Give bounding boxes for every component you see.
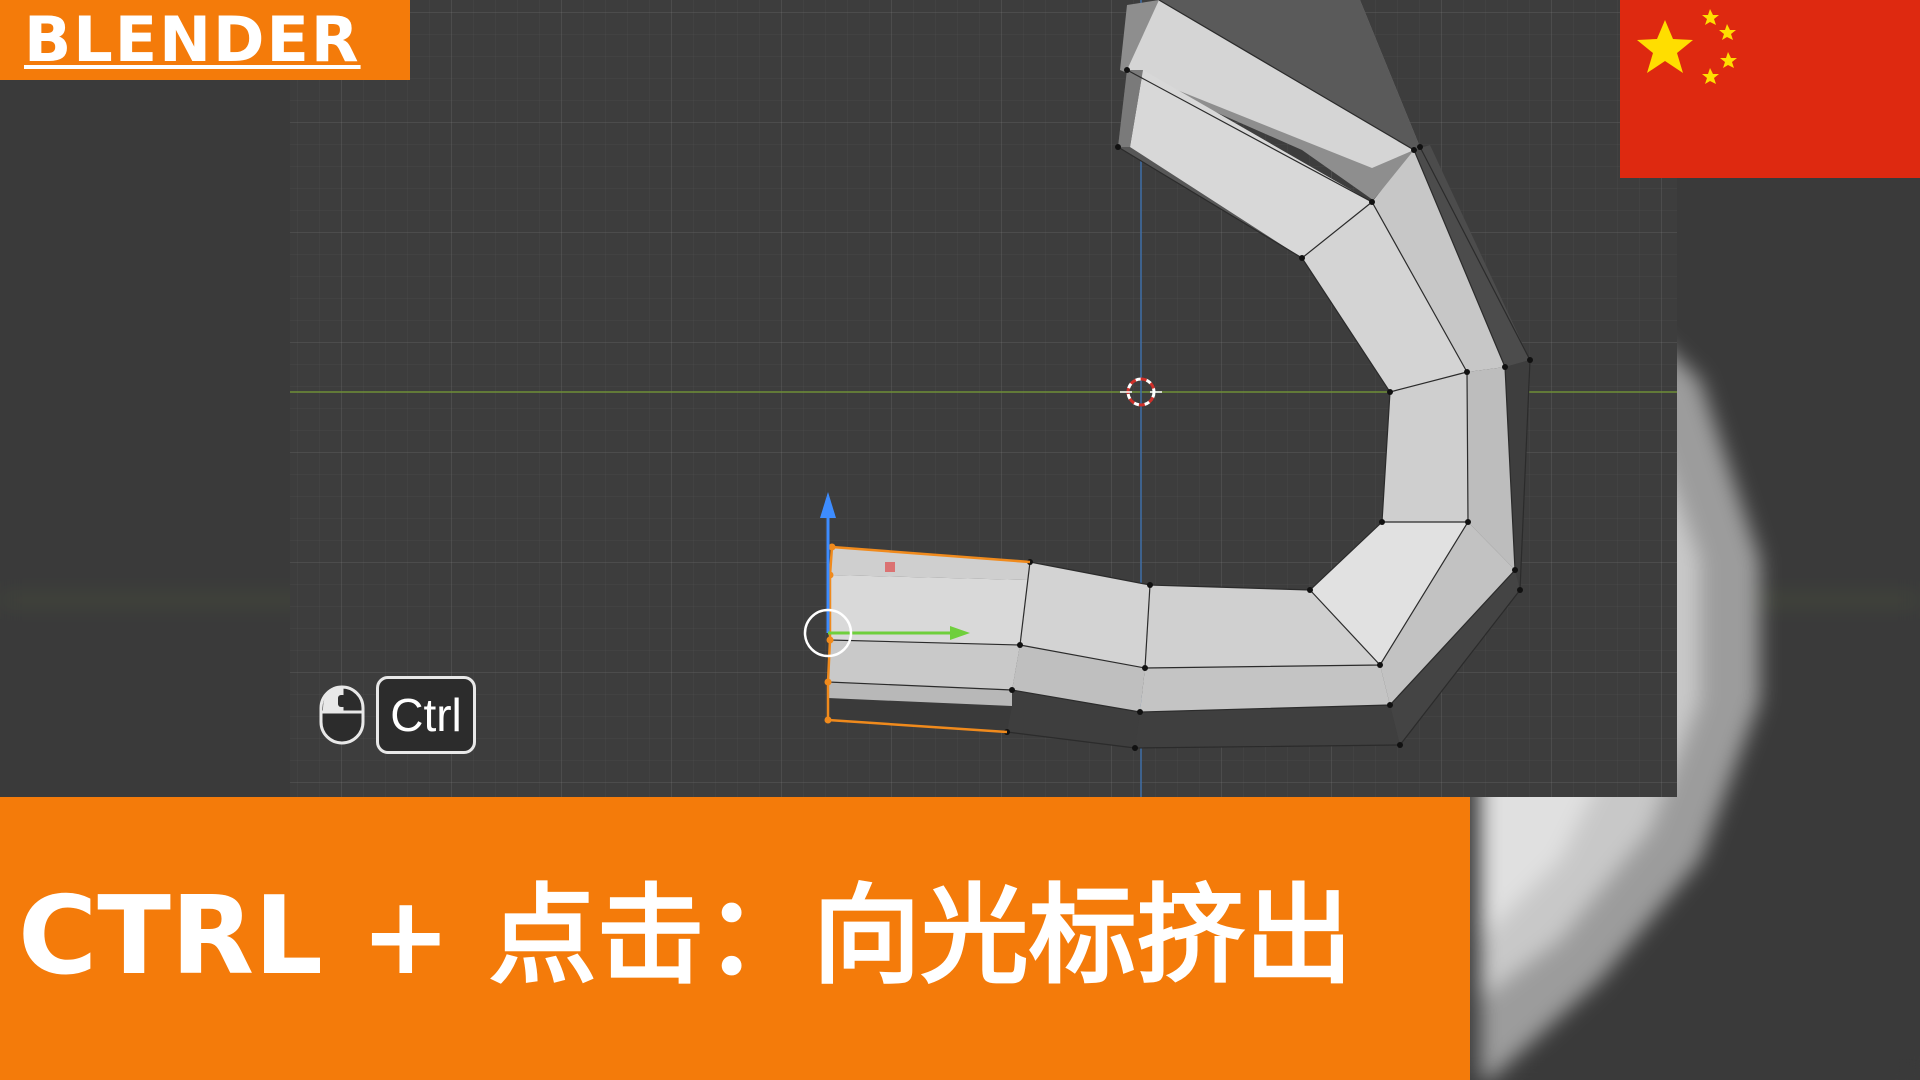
screenshot-stage: Ctrl BLENDER CTRL + 点击：向光标挤出 — [0, 0, 1920, 1080]
shortcut-hint: Ctrl — [318, 672, 476, 758]
blender-3d-viewport[interactable] — [290, 0, 1677, 797]
ctrl-key: Ctrl — [376, 676, 476, 754]
scene-canvas — [290, 0, 1677, 797]
caption-bar: CTRL + 点击：向光标挤出 — [0, 797, 1470, 1080]
china-flag-icon — [1620, 0, 1920, 178]
caption-text: CTRL + 点击：向光标挤出 — [18, 874, 1353, 999]
blender-badge: BLENDER — [0, 0, 410, 80]
badge-label: BLENDER — [24, 3, 361, 76]
left-mouse-button-icon — [319, 685, 365, 745]
curved-mesh[interactable] — [824, 0, 1534, 751]
